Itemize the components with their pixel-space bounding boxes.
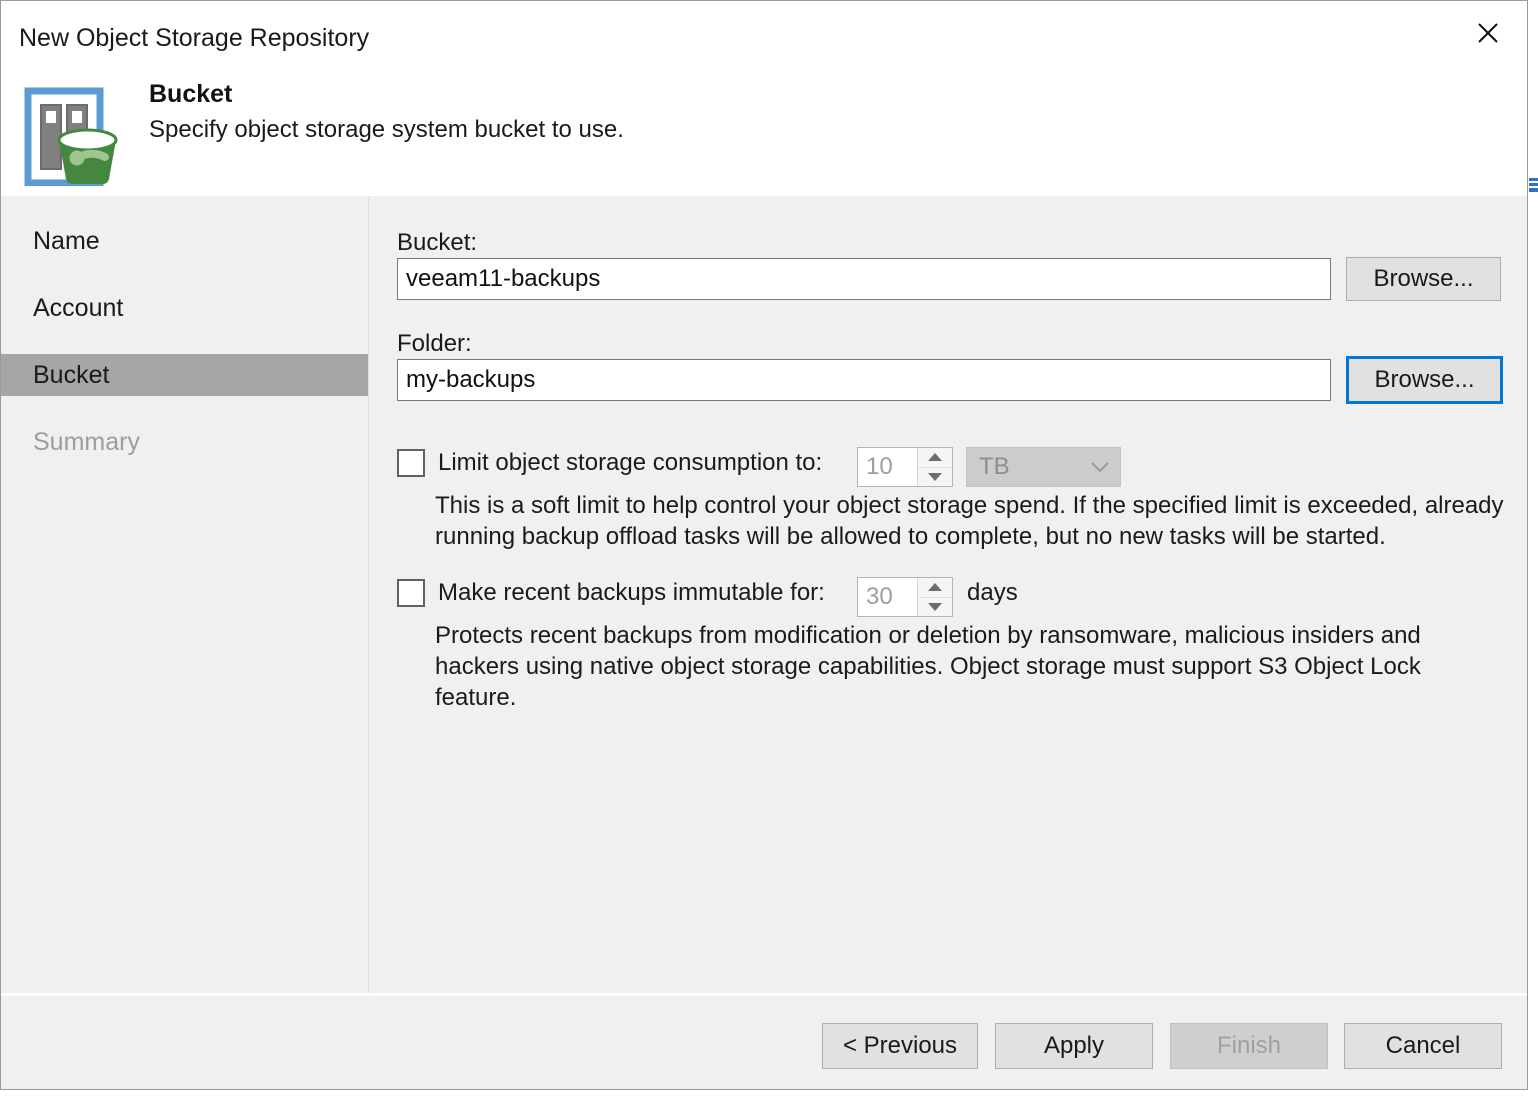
immutability-label: Make recent backups immutable for: [438,579,825,606]
immutability-checkbox[interactable] [397,579,425,607]
bucket-browse-button[interactable]: Browse... [1346,257,1501,301]
spinner-up-icon[interactable] [918,578,952,597]
sidebar-item-bucket[interactable]: Bucket [1,354,368,396]
limit-consumption-label: Limit object storage consumption to: [438,449,823,476]
folder-input[interactable] [397,359,1331,401]
screen: New Object Storage Repository Bucket Spe… [0,0,1538,1102]
background-blue-marker-icon [1529,178,1538,192]
sidebar-item-name[interactable]: Name [1,220,368,262]
close-icon[interactable] [1453,5,1523,61]
cancel-button[interactable]: Cancel [1344,1023,1502,1069]
window-title: New Object Storage Repository [19,24,370,52]
title-bar: New Object Storage Repository [1,1,1527,71]
apply-button[interactable]: Apply [995,1023,1153,1069]
sidebar-item-account[interactable]: Account [1,287,368,329]
dialog-body: Name Account Bucket Summary Bucket: Brow… [1,196,1527,993]
spinner-down-icon[interactable] [918,596,952,617]
spinner-arrows [917,578,952,616]
sidebar-item-label: Bucket [33,361,110,389]
sidebar-item-summary: Summary [1,421,368,463]
previous-button[interactable]: < Previous [822,1023,978,1069]
limit-consumption-description: This is a soft limit to help control you… [435,492,1504,550]
spinner-arrows [917,448,952,486]
limit-unit-dropdown[interactable]: TB [966,447,1121,487]
limit-consumption-checkbox[interactable] [397,449,425,477]
page-title: Bucket [149,80,233,108]
limit-amount-value: 10 [866,453,893,480]
immutability-days-spinner[interactable]: 30 [857,577,953,617]
sidebar-item-label: Account [33,294,124,322]
storage-bucket-icon [17,78,125,187]
immutability-days-unit: days [967,579,1018,606]
bucket-label: Bucket: [397,229,478,256]
sidebar-item-label: Name [33,227,100,255]
spinner-up-icon[interactable] [918,448,952,467]
dialog-footer: < Previous Apply Finish Cancel [1,994,1527,1089]
new-object-storage-repository-dialog: New Object Storage Repository Bucket Spe… [0,0,1528,1090]
sidebar-item-label: Summary [33,428,140,456]
limit-unit-value: TB [979,453,1010,480]
wizard-steps-sidebar: Name Account Bucket Summary [1,196,369,993]
folder-label: Folder: [397,330,472,357]
immutability-description: Protects recent backups from modificatio… [435,622,1421,711]
dialog-header: Bucket Specify object storage system buc… [1,71,1527,195]
limit-amount-spinner[interactable]: 10 [857,447,953,487]
spinner-down-icon[interactable] [918,466,952,487]
bucket-input[interactable] [397,258,1331,300]
page-subtitle: Specify object storage system bucket to … [149,116,624,143]
immutability-days-value: 30 [866,583,893,610]
finish-button: Finish [1170,1023,1328,1069]
chevron-down-icon [1080,461,1120,473]
background-window-strip [1528,0,1538,1102]
dialog-content: Bucket: Browse... Folder: Browse... Limi… [370,196,1527,993]
folder-browse-button[interactable]: Browse... [1346,356,1503,404]
